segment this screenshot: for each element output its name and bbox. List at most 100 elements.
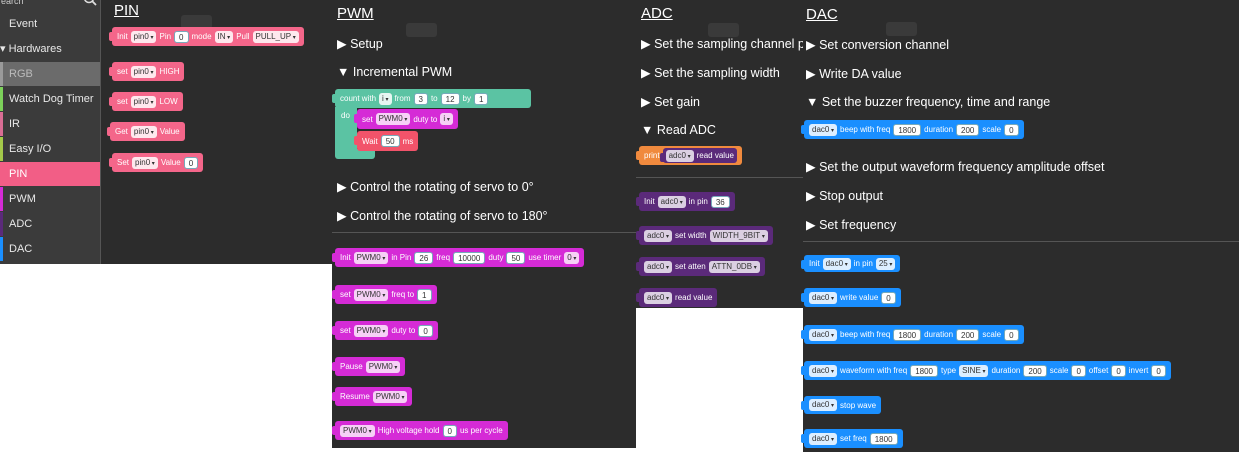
adc-read-value-block[interactable]: adc0 read value xyxy=(635,288,718,307)
flyout-sampling-channel[interactable]: ▶ Set the sampling channel pin xyxy=(641,36,815,51)
sidebar-item-adc[interactable]: ADC xyxy=(0,212,100,236)
dac-dropdown[interactable]: dac0 xyxy=(809,291,838,304)
sidebar-item-ir[interactable]: IR xyxy=(0,112,100,136)
freq-input[interactable]: 1800 xyxy=(869,432,898,445)
set-duty-block[interactable]: set PWM0 duty to i xyxy=(354,109,458,129)
sidebar-item-hardwares[interactable]: ▾ Hardwares xyxy=(0,37,100,61)
flyout-buzzer[interactable]: ▼ Set the buzzer frequency, time and ran… xyxy=(806,95,1050,109)
print-block[interactable]: print adc0 read value xyxy=(636,146,742,165)
flyout-servo-0[interactable]: ▶ Control the rotating of servo to 0° xyxy=(337,179,534,194)
to-input[interactable]: 12 xyxy=(440,92,460,105)
wave-type-dropdown[interactable]: SINE xyxy=(959,364,989,377)
sidebar-item-easy-io[interactable]: Easy I/O xyxy=(0,137,100,161)
freq-input[interactable]: 1 xyxy=(417,288,432,301)
pwm-set-duty-block[interactable]: set PWM0 duty to 0 xyxy=(332,321,438,340)
pwm-pause-block[interactable]: Pause PWM0 xyxy=(331,357,406,376)
pwm-dropdown[interactable]: PWM0 xyxy=(353,324,389,337)
pin-set-low-block[interactable]: set pin0 LOW xyxy=(109,92,183,111)
dac-init-block[interactable]: Init dac0 in pin 25 xyxy=(800,255,901,272)
duration-input[interactable]: 200 xyxy=(1023,364,1047,377)
pin-set-value-block[interactable]: Set pin0 Value 0 xyxy=(108,153,204,172)
adc-set-atten-block[interactable]: adc0 set atten ATTN_0DB xyxy=(636,257,765,276)
duration-input[interactable]: 200 xyxy=(956,328,980,341)
offset-input[interactable]: 0 xyxy=(1111,364,1126,377)
hold-input[interactable]: 0 xyxy=(442,424,457,437)
pwm-dropdown[interactable]: PWM0 xyxy=(365,360,401,373)
wait-ms-input[interactable]: 50 xyxy=(380,135,400,147)
pin-init-block[interactable]: Init pin0 Pin 0 mode IN Pull PULL_UP xyxy=(109,27,304,46)
scale-input[interactable]: 0 xyxy=(1004,328,1019,341)
width-dropdown[interactable]: WIDTH_9BIT xyxy=(709,229,768,242)
freq-input[interactable]: 10000 xyxy=(453,251,486,264)
adc-dropdown[interactable]: adc0 xyxy=(644,229,673,242)
adc-read-value-block[interactable]: adc0 read value xyxy=(659,148,737,163)
pin-set-high-block[interactable]: set pin0 HIGH xyxy=(108,62,185,81)
loop-header[interactable]: count with i from 3 to 12 by 1 xyxy=(332,89,531,108)
pwm-high-voltage-hold-block[interactable]: PWM0 High voltage hold 0 us per cycle xyxy=(332,421,508,440)
mode-dropdown[interactable]: IN xyxy=(214,30,234,43)
flyout-read-adc[interactable]: ▼ Read ADC xyxy=(641,123,716,137)
adc-set-width-block[interactable]: adc0 set width WIDTH_9BIT xyxy=(636,226,773,245)
pwm-dropdown[interactable]: PWM0 xyxy=(372,390,408,403)
flyout-incremental-pwm[interactable]: ▼ Incremental PWM xyxy=(337,65,452,79)
dac-dropdown[interactable]: dac0 xyxy=(809,432,838,445)
wait-block[interactable]: Wait 50 ms xyxy=(353,131,419,151)
count-with-loop-block[interactable]: count with i from 3 to 12 by 1 do set PW… xyxy=(332,89,531,159)
timer-dropdown[interactable]: 0 xyxy=(564,251,580,264)
invert-input[interactable]: 0 xyxy=(1151,364,1166,377)
flyout-waveform[interactable]: ▶ Set the output waveform frequency ampl… xyxy=(806,159,1104,174)
pin-input[interactable]: 26 xyxy=(414,251,434,264)
flyout-sampling-width[interactable]: ▶ Set the sampling width xyxy=(641,65,780,80)
duty-input[interactable]: 0 xyxy=(418,324,433,337)
pwm-set-freq-block[interactable]: set PWM0 freq to 1 xyxy=(332,285,437,304)
freq-input[interactable]: 1800 xyxy=(910,364,938,377)
pin-dropdown[interactable]: pin0 xyxy=(132,156,158,169)
dac-dropdown[interactable]: dac0 xyxy=(809,399,838,411)
adc-dropdown[interactable]: adc0 xyxy=(644,291,673,304)
loop-variable-dropdown[interactable]: i xyxy=(379,92,392,105)
dac-stop-wave-block[interactable]: dac0 stop wave xyxy=(800,396,882,414)
sidebar-item-pwm[interactable]: PWM xyxy=(0,187,100,211)
value-input[interactable]: 0 xyxy=(881,291,896,304)
flyout-write-da-value[interactable]: ▶ Write DA value xyxy=(806,66,902,81)
sidebar-item-event[interactable]: Event xyxy=(0,12,100,36)
flyout-set-gain[interactable]: ▶ Set gain xyxy=(641,94,700,109)
duration-input[interactable]: 200 xyxy=(956,123,980,136)
adc-dropdown[interactable]: adc0 xyxy=(665,149,694,162)
dac-dropdown[interactable]: dac0 xyxy=(809,364,838,377)
flyout-conversion-channel[interactable]: ▶ Set conversion channel xyxy=(806,37,949,52)
dac-dropdown[interactable]: dac0 xyxy=(809,328,838,341)
sidebar-item-watch-dog-timer[interactable]: Watch Dog Timer xyxy=(0,87,100,111)
dac-waveform-block[interactable]: dac0 waveform with freq 1800 type SINE d… xyxy=(801,361,1171,380)
dac-dropdown[interactable]: dac0 xyxy=(822,257,851,270)
sidebar-item-pin[interactable]: PIN xyxy=(0,162,100,186)
pwm-init-block[interactable]: Init PWM0 in Pin 26 freq 10000 duty 50 u… xyxy=(331,248,585,267)
atten-dropdown[interactable]: ATTN_0DB xyxy=(708,260,760,273)
flyout-setup[interactable]: ▶ Setup xyxy=(337,36,383,51)
from-input[interactable]: 3 xyxy=(413,92,428,105)
pin-dropdown[interactable]: pin0 xyxy=(130,65,157,78)
pwm-resume-block[interactable]: Resume PWM0 xyxy=(331,387,413,406)
pull-dropdown[interactable]: PULL_UP xyxy=(252,30,299,43)
pin-dropdown[interactable]: pin0 xyxy=(130,30,157,43)
freq-input[interactable]: 1800 xyxy=(893,328,922,341)
pin-get-value-block[interactable]: Get pin0 Value xyxy=(107,122,185,141)
freq-input[interactable]: 1800 xyxy=(893,123,922,136)
dac-beep-block[interactable]: dac0 beep with freq 1800 duration 200 sc… xyxy=(801,120,1024,139)
adc-dropdown[interactable]: adc0 xyxy=(644,260,673,273)
value-input[interactable]: 0 xyxy=(183,156,199,169)
flyout-servo-180[interactable]: ▶ Control the rotating of servo to 180° xyxy=(337,208,548,223)
pin-dropdown[interactable]: 25 xyxy=(875,257,896,270)
pwm-dropdown[interactable]: PWM0 xyxy=(353,251,389,264)
pin-number-input[interactable]: 0 xyxy=(174,30,189,43)
pwm-dropdown[interactable]: PWM0 xyxy=(353,288,389,301)
search-icon[interactable] xyxy=(83,0,97,11)
variable-dropdown[interactable]: i xyxy=(440,113,453,125)
dac-set-freq-block[interactable]: dac0 set freq 1800 xyxy=(801,429,903,448)
by-input[interactable]: 1 xyxy=(473,92,489,105)
pin-input[interactable]: 36 xyxy=(710,195,730,208)
flyout-stop-output[interactable]: ▶ Stop output xyxy=(806,188,883,203)
pin-dropdown[interactable]: pin0 xyxy=(130,95,157,108)
sidebar-item-dac[interactable]: DAC xyxy=(0,237,100,261)
sidebar-item-rgb[interactable]: RGB xyxy=(0,62,100,86)
